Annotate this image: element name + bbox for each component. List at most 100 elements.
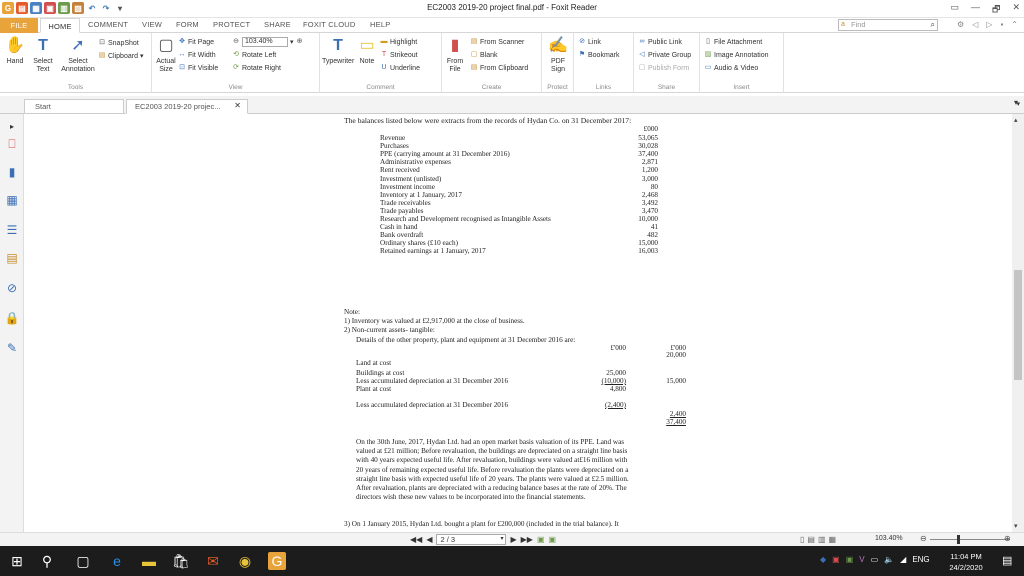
bookmarks-panel-icon[interactable]: ⎕ bbox=[4, 136, 20, 152]
find-input[interactable]: a Find ⌕ bbox=[838, 19, 938, 31]
snapshot-button[interactable]: ⊡ SnapShot bbox=[98, 38, 139, 48]
comments-panel-icon[interactable]: ▦ bbox=[4, 192, 20, 208]
strikeout-button[interactable]: T Strikeout bbox=[380, 50, 418, 60]
pdf-sign-button[interactable]: ✍ PDF Sign bbox=[544, 36, 572, 74]
rotate-right-button[interactable]: ⟳ Rotate Right bbox=[232, 63, 281, 73]
continuous-icon[interactable]: ▤ bbox=[807, 535, 815, 544]
blank-button[interactable]: ▢ Blank bbox=[470, 50, 498, 60]
collapse-ribbon-icon[interactable]: ⌃ bbox=[1011, 20, 1018, 29]
tray-sync-icon[interactable]: ▣ bbox=[846, 555, 854, 564]
from-file-button[interactable]: ▮ From File bbox=[444, 36, 466, 74]
scroll-down-icon[interactable]: ▾ bbox=[1014, 522, 1018, 530]
page-dropdown-icon[interactable]: ▾ bbox=[500, 535, 503, 542]
note-button[interactable]: ▭ Note bbox=[356, 36, 378, 66]
tab-share[interactable]: SHARE bbox=[264, 20, 291, 29]
zoom-out-icon[interactable]: ⊖ bbox=[232, 38, 240, 46]
tab-file[interactable]: FILE bbox=[0, 18, 38, 33]
forward-icon[interactable]: ▷ bbox=[986, 20, 992, 29]
actual-size-button[interactable]: ▢ Actual Size bbox=[154, 36, 178, 74]
doc-tab-file[interactable]: EC2003 2019-20 projec... ✕ bbox=[126, 99, 248, 114]
link-button[interactable]: ⊘ Link bbox=[578, 37, 601, 47]
scroll-up-icon[interactable]: ▴ bbox=[1014, 116, 1018, 124]
task-view-icon[interactable]: ▢ bbox=[74, 552, 92, 570]
tray-app-icon[interactable]: ◆ bbox=[820, 555, 826, 564]
close-tab-icon[interactable]: ✕ bbox=[234, 101, 241, 110]
language-indicator[interactable]: ENG bbox=[912, 555, 929, 564]
chrome-icon[interactable]: ◉ bbox=[236, 552, 254, 570]
tray-vpn-icon[interactable]: V bbox=[859, 555, 864, 564]
store-icon[interactable]: 🛍 bbox=[172, 552, 190, 570]
audio-video-button[interactable]: ▭ Audio & Video bbox=[704, 63, 759, 73]
search-icon[interactable]: ⚲ bbox=[38, 552, 56, 570]
from-scanner-button[interactable]: ▤ From Scanner bbox=[470, 37, 525, 47]
next-view-icon[interactable]: ▣ bbox=[549, 535, 557, 544]
links-panel-icon[interactable]: ⊘ bbox=[4, 280, 20, 296]
minimize-button[interactable]: — bbox=[971, 2, 980, 18]
bookmark-button[interactable]: ⚑ Bookmark bbox=[578, 50, 620, 60]
rotate-left-button[interactable]: ⟲ Rotate Left bbox=[232, 50, 276, 60]
vertical-scrollbar[interactable]: ▴ ▾ bbox=[1012, 114, 1024, 532]
document-view[interactable]: The balances listed below were extracts … bbox=[24, 114, 1012, 532]
file-explorer-icon[interactable]: ▬ bbox=[140, 552, 158, 570]
zoom-in-icon[interactable]: ⊕ bbox=[1004, 534, 1011, 543]
battery-icon[interactable]: ▭ bbox=[871, 555, 879, 564]
settings-icon[interactable]: ⚙ bbox=[957, 20, 964, 29]
ribbon-toggle-icon[interactable]: ▭ bbox=[950, 2, 959, 18]
previous-page-icon[interactable]: ◀ bbox=[426, 535, 432, 544]
facing-icon[interactable]: ▥ bbox=[818, 535, 826, 544]
file-attachment-button[interactable]: ▯ File Attachment bbox=[704, 37, 762, 47]
close-button[interactable]: ✕ bbox=[1012, 2, 1020, 18]
back-icon[interactable]: ◁ bbox=[972, 20, 978, 29]
clipboard-button[interactable]: ▤ Clipboard ▾ bbox=[98, 51, 144, 61]
page-number-input[interactable]: 2 / 3 ▾ bbox=[436, 534, 507, 545]
select-annotation-button[interactable]: ➚ Select Annotation bbox=[60, 36, 96, 74]
continuous-facing-icon[interactable]: ▦ bbox=[829, 535, 837, 544]
collapse-right-panel-icon[interactable]: ▾ bbox=[1014, 98, 1018, 107]
skin-icon[interactable]: ▪ bbox=[1000, 20, 1003, 29]
underline-button[interactable]: U Underline bbox=[380, 63, 420, 73]
tab-comment[interactable]: COMMENT bbox=[88, 20, 128, 29]
last-page-icon[interactable]: ▶▶ bbox=[521, 535, 533, 544]
hand-tool-button[interactable]: ✋ Hand bbox=[4, 36, 26, 66]
fit-visible-button[interactable]: ⊡ Fit Visible bbox=[178, 63, 218, 73]
clock[interactable]: 11:04 PM 24/2/2020 bbox=[944, 551, 988, 573]
edge-icon[interactable]: e bbox=[108, 552, 126, 570]
expand-sidebar-icon[interactable]: ▸ bbox=[4, 118, 20, 134]
zoom-dropdown-icon[interactable]: ▾ bbox=[290, 38, 294, 46]
notifications-icon[interactable]: ▤ bbox=[1002, 554, 1012, 567]
select-text-button[interactable]: T Select Text bbox=[28, 36, 58, 74]
image-annotation-button[interactable]: ▨ Image Annotation bbox=[704, 50, 769, 60]
wifi-icon[interactable]: ◢ bbox=[900, 555, 906, 564]
tray-antivirus-icon[interactable]: ▣ bbox=[832, 555, 840, 564]
tab-protect[interactable]: PROTECT bbox=[213, 20, 250, 29]
tab-foxit-cloud[interactable]: FOXIT CLOUD bbox=[303, 20, 356, 29]
tab-help[interactable]: HELP bbox=[370, 20, 390, 29]
doc-tab-start[interactable]: Start bbox=[24, 99, 124, 113]
foxit-reader-taskbar-icon[interactable]: G bbox=[268, 552, 286, 570]
zoom-slider-thumb[interactable] bbox=[957, 535, 960, 544]
from-clipboard-button[interactable]: ▤ From Clipboard bbox=[470, 63, 529, 73]
first-page-icon[interactable]: ◀◀ bbox=[410, 535, 422, 544]
zoom-input[interactable]: 103.40% bbox=[242, 37, 288, 47]
fit-page-button[interactable]: ✥ Fit Page bbox=[178, 37, 214, 47]
attachments-panel-icon[interactable]: ▤ bbox=[4, 250, 20, 266]
publish-form-button[interactable]: ▢ Publish Form bbox=[638, 63, 690, 73]
scrollbar-thumb[interactable] bbox=[1014, 270, 1022, 380]
pages-panel-icon[interactable]: ▮ bbox=[4, 164, 20, 180]
layers-panel-icon[interactable]: ☰ bbox=[4, 222, 20, 238]
zoom-out-icon[interactable]: ⊖ bbox=[920, 534, 927, 543]
single-page-icon[interactable]: ▯ bbox=[800, 535, 804, 544]
security-panel-icon[interactable]: 🔒 bbox=[4, 310, 20, 326]
tab-form[interactable]: FORM bbox=[176, 20, 199, 29]
previous-view-icon[interactable]: ▣ bbox=[537, 535, 545, 544]
tab-home[interactable]: HOME bbox=[40, 18, 80, 33]
typewriter-button[interactable]: T Typewriter bbox=[322, 36, 354, 66]
private-group-button[interactable]: ◁ Private Group bbox=[638, 50, 691, 60]
start-icon[interactable]: ⊞ bbox=[8, 552, 26, 570]
zoom-in-icon[interactable]: ⊕ bbox=[296, 38, 304, 46]
volume-icon[interactable]: 🔈 bbox=[884, 555, 894, 564]
fit-width-button[interactable]: ↔ Fit Width bbox=[178, 50, 216, 60]
search-icon[interactable]: ⌕ bbox=[931, 20, 935, 30]
highlight-button[interactable]: ▬ Highlight bbox=[380, 37, 418, 47]
next-page-icon[interactable]: ▶ bbox=[510, 535, 516, 544]
